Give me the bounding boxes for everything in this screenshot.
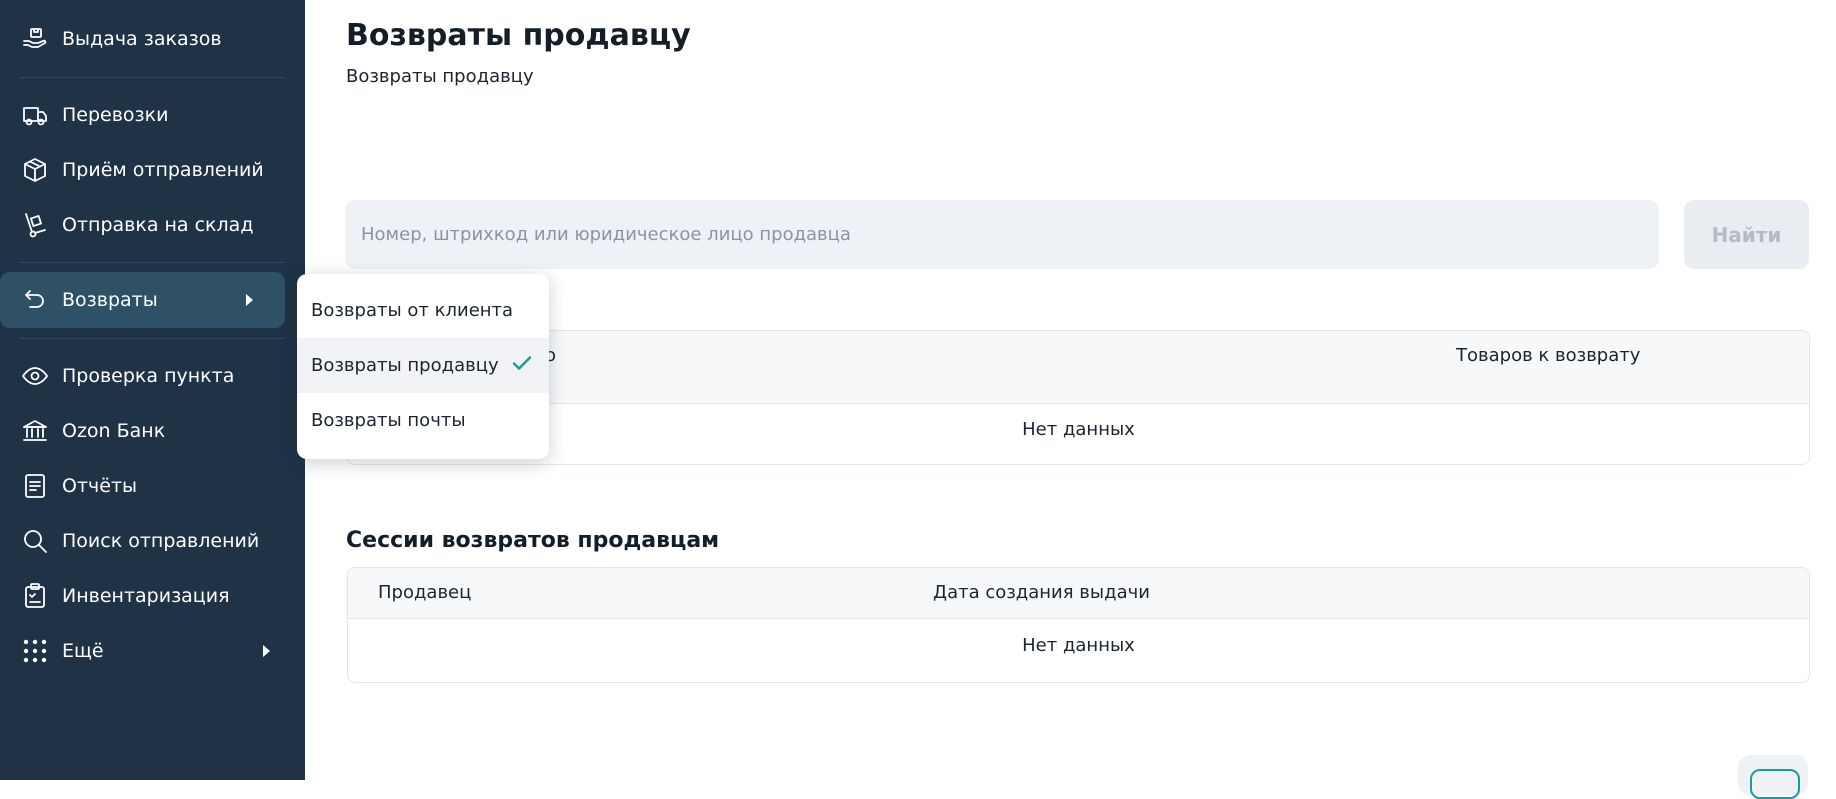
sidebar-item-label: Проверка пункта <box>62 364 235 387</box>
sidebar-item-inventory[interactable]: Инвентаризация <box>0 568 305 623</box>
returns-table: о Товаров к возврату Нет данных <box>347 330 1810 465</box>
sidebar-item-order-pickup[interactable]: Выдача заказов <box>0 11 305 66</box>
sidebar-item-point-check[interactable]: Проверка пункта <box>0 348 305 403</box>
chevron-right-icon <box>246 294 253 306</box>
sidebar-item-receiving[interactable]: Приём отправлений <box>0 142 305 197</box>
search-icon <box>20 526 50 556</box>
sidebar-item-transport[interactable]: Перевозки <box>0 87 305 142</box>
sidebar-divider <box>20 338 285 339</box>
sidebar-divider <box>20 262 285 263</box>
sidebar-item-label: Инвентаризация <box>62 584 230 607</box>
table-header: Продавец Дата создания выдачи <box>348 568 1809 619</box>
checkmark-icon <box>512 355 532 376</box>
sidebar-item-returns[interactable]: Возвраты <box>0 272 285 328</box>
sidebar-item-ozon-bank[interactable]: Ozon Банк <box>0 403 305 458</box>
chevron-right-icon <box>263 644 270 657</box>
sidebar-item-more[interactable]: Ещё <box>0 623 305 678</box>
search-input[interactable] <box>345 200 1659 269</box>
empty-state: Нет данных <box>1022 635 1135 656</box>
clipboard-icon <box>20 581 50 611</box>
hand-truck-icon <box>20 210 50 240</box>
column-header-issue-date: Дата создания выдачи <box>933 582 1150 603</box>
breadcrumb: Возвраты продавцу <box>346 66 534 87</box>
sidebar-item-send-to-warehouse[interactable]: Отправка на склад <box>0 197 305 252</box>
support-widget[interactable] <box>1738 755 1808 799</box>
grid-dots-icon <box>20 636 50 666</box>
page-title: Возвраты продавцу <box>346 18 691 53</box>
return-arrow-icon <box>20 285 50 315</box>
truck-icon <box>20 100 50 130</box>
sidebar-item-label: Отчёты <box>62 474 138 497</box>
sidebar-divider <box>20 77 285 78</box>
sidebar-item-shipment-search[interactable]: Поиск отправлений <box>0 513 305 568</box>
returns-submenu: Возвраты от клиента Возвраты продавцу Во… <box>297 274 549 459</box>
eye-icon <box>20 361 50 391</box>
column-header-items-to-return: Товаров к возврату <box>1456 345 1641 366</box>
sessions-table: Продавец Дата создания выдачи Нет данных <box>347 567 1810 683</box>
submenu-item-post-returns[interactable]: Возвраты почты <box>297 393 549 448</box>
search-button[interactable]: Найти <box>1684 200 1809 269</box>
sidebar-item-label: Перевозки <box>62 103 169 126</box>
sidebar-item-label: Выдача заказов <box>62 27 222 50</box>
sidebar-item-label: Поиск отправлений <box>62 529 260 552</box>
column-header-seller: Продавец <box>378 582 472 603</box>
sidebar-item-reports[interactable]: Отчёты <box>0 458 305 513</box>
sidebar-item-label: Возвраты <box>62 289 158 311</box>
sessions-section-title: Сессии возвратов продавцам <box>346 528 720 553</box>
sidebar-item-label: Ozon Банк <box>62 419 166 442</box>
empty-state: Нет данных <box>1022 419 1135 440</box>
hand-package-icon <box>20 24 50 54</box>
submenu-item-seller-returns[interactable]: Возвраты продавцу <box>297 338 549 393</box>
table-header: о Товаров к возврату <box>348 331 1809 404</box>
sidebar-item-label: Приём отправлений <box>62 158 264 181</box>
sidebar-item-label: Отправка на склад <box>62 213 254 236</box>
submenu-item-label: Возвраты продавцу <box>311 355 499 376</box>
sidebar: Выдача заказов Перевозки Приём отправлен… <box>0 0 305 780</box>
document-icon <box>20 471 50 501</box>
sidebar-item-label: Ещё <box>62 639 104 662</box>
bank-icon <box>20 416 50 446</box>
chat-icon <box>1750 769 1800 799</box>
box-icon <box>20 155 50 185</box>
submenu-item-client-returns[interactable]: Возвраты от клиента <box>297 283 549 338</box>
